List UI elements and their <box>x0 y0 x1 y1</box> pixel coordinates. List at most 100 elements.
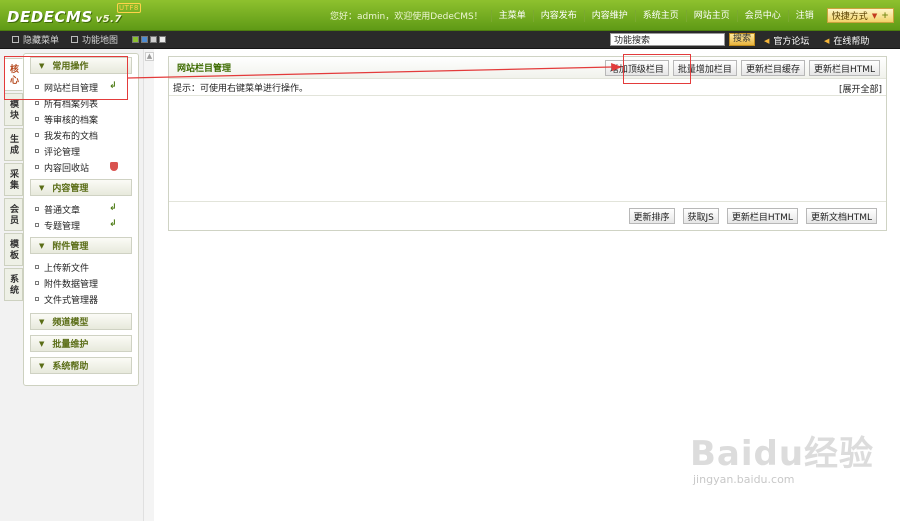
skin-light-swatch[interactable] <box>159 36 167 43</box>
chevron-down-icon: ▼ <box>39 183 45 192</box>
add-icon[interactable]: ↲ <box>109 204 118 213</box>
site-map-link[interactable]: 功能地图 <box>71 33 118 46</box>
hint-text: 提示：可使用右键菜单进行操作。 <box>173 83 309 94</box>
menu-item-label: 普通文章 <box>44 205 81 216</box>
bullet-icon <box>35 207 39 211</box>
menu-item-label: 文件式管理器 <box>44 295 99 306</box>
nav-site-home[interactable]: 网站主页 <box>685 9 737 22</box>
tab-members[interactable]: 会员 <box>4 198 23 231</box>
menu-item-articles[interactable]: 普通文章 ↲ <box>24 201 138 217</box>
nav-member-center[interactable]: 会员中心 <box>736 9 788 22</box>
baidu-watermark: Baidu经验 jingyan.baidu.com <box>690 426 874 486</box>
online-help-link[interactable]: ◀ 在线帮助 <box>824 34 870 48</box>
expand-all-link[interactable]: [展开全部] <box>839 82 882 95</box>
official-forum-label: 官方论坛 <box>773 37 810 47</box>
official-forum-link[interactable]: ◀ 官方论坛 <box>764 34 810 48</box>
hide-menu-toggle[interactable]: 隐藏菜单 <box>12 33 59 46</box>
quick-access-dropdown[interactable]: 快捷方式 ▼ + <box>826 8 894 23</box>
section-help-header[interactable]: ▼ 系统帮助 <box>30 357 132 374</box>
toolbar-strip: 隐藏菜单 功能地图 搜索 ◀ 官方论坛 ◀ 在线帮助 <box>0 31 900 49</box>
nav-logout[interactable]: 注销 <box>787 9 821 22</box>
bullet-icon <box>35 133 39 137</box>
watermark-main: Baidu经验 <box>690 434 875 474</box>
greeting-text: 您好：admin，欢迎使用DedeCMS！ <box>330 12 483 22</box>
section-batch-header[interactable]: ▼ 批量维护 <box>30 335 132 352</box>
panel-footer: 更新排序 获取JS 更新栏目HTML 更新文档HTML <box>169 201 886 230</box>
menu-item-label: 等审核的档案 <box>44 115 99 126</box>
footer-update-column-html-button[interactable]: 更新栏目HTML <box>726 208 798 224</box>
arrow-right-icon: ◀ <box>824 36 830 45</box>
update-column-html-button[interactable]: 更新栏目HTML <box>808 60 880 76</box>
tab-collect[interactable]: 采集 <box>4 163 23 196</box>
add-shortcut-icon[interactable]: + <box>881 11 889 21</box>
logo-text: DEDECMS <box>7 8 93 26</box>
function-search: 搜索 <box>610 33 756 46</box>
skin-blue-swatch[interactable] <box>141 36 149 43</box>
menu-item-my-documents[interactable]: 我发布的文档 <box>24 127 138 143</box>
panel-footer-buttons: 更新排序 获取JS 更新栏目HTML 更新文档HTML <box>621 208 877 224</box>
section-attachment-header[interactable]: ▼ 附件管理 <box>30 237 132 254</box>
arrow-right-icon: ◀ <box>764 36 770 45</box>
chevron-down-icon: ▼ <box>39 339 45 348</box>
logo-badge: UTF8 <box>117 3 141 13</box>
tab-system[interactable]: 系统 <box>4 268 23 301</box>
menu-item-upload-file[interactable]: 上传新文件 <box>24 259 138 275</box>
section-title: 内容管理 <box>52 184 89 194</box>
menu-item-comments[interactable]: 评论管理 <box>24 143 138 159</box>
panel-title: 网站栏目管理 <box>177 64 232 74</box>
panel-header: 网站栏目管理 增加顶级栏目 批量增加栏目 更新栏目缓存 更新栏目HTML <box>169 57 886 79</box>
site-map-icon <box>71 36 79 43</box>
chevron-down-icon: ▼ <box>39 361 45 370</box>
bullet-icon <box>35 223 39 227</box>
skin-green-swatch[interactable] <box>132 36 140 43</box>
sidebar-menu: ▼ 常用操作 网站栏目管理 ↲ 所有档案列表 等审核的档案 我发布的文档 评论管理… <box>23 53 139 386</box>
menu-item-label: 评论管理 <box>44 147 81 158</box>
sidebar-scrollbar[interactable]: ▲ <box>143 49 154 521</box>
dedecms-logo: DEDECMS v5.7 UTF8 <box>7 3 141 26</box>
site-map-label: 功能地图 <box>82 36 119 46</box>
menu-item-pending-archives[interactable]: 等审核的档案 <box>24 111 138 127</box>
online-help-label: 在线帮助 <box>833 37 870 47</box>
menu-item-file-manager[interactable]: 文件式管理器 <box>24 291 138 307</box>
hint-row: 提示：可使用右键菜单进行操作。 [展开全部] <box>169 79 886 96</box>
bullet-icon <box>35 101 39 105</box>
highlight-box-add-button <box>623 54 691 84</box>
menu-item-label: 我发布的文档 <box>44 131 99 142</box>
get-js-button[interactable]: 获取JS <box>682 208 719 224</box>
function-search-input[interactable] <box>610 33 725 46</box>
column-management-panel: 网站栏目管理 增加顶级栏目 批量增加栏目 更新栏目缓存 更新栏目HTML 提示：… <box>168 56 887 231</box>
highlight-box-sidebar <box>4 56 128 100</box>
shield-icon <box>110 162 118 171</box>
menu-item-attachment-data[interactable]: 附件数据管理 <box>24 275 138 291</box>
top-navigation: 您好：admin，欢迎使用DedeCMS！ 主菜单 内容发布 内容维护 系统主页… <box>330 0 894 31</box>
hide-menu-icon <box>12 36 19 43</box>
chevron-down-icon: ▼ <box>39 317 45 326</box>
nav-content-publish[interactable]: 内容发布 <box>532 9 584 22</box>
scroll-up-icon[interactable]: ▲ <box>145 52 154 61</box>
bullet-icon <box>35 117 39 121</box>
skin-gray-swatch[interactable] <box>150 36 158 43</box>
chevron-down-icon: ▼ <box>871 11 878 20</box>
quick-access-label: 快捷方式 <box>831 12 868 22</box>
tab-generate[interactable]: 生成 <box>4 128 23 161</box>
logo-version: v5.7 <box>95 14 122 25</box>
bullet-icon <box>35 297 39 301</box>
update-order-button[interactable]: 更新排序 <box>628 208 675 224</box>
section-content-header[interactable]: ▼ 内容管理 <box>30 179 132 196</box>
menu-item-label: 附件数据管理 <box>44 279 99 290</box>
section-title: 频道模型 <box>52 318 89 328</box>
update-document-html-button[interactable]: 更新文档HTML <box>805 208 877 224</box>
search-button[interactable]: 搜索 <box>729 33 756 46</box>
tab-templates[interactable]: 模板 <box>4 233 23 266</box>
section-channel-model-header[interactable]: ▼ 频道模型 <box>30 313 132 330</box>
update-column-cache-button[interactable]: 更新栏目缓存 <box>740 60 805 76</box>
nav-main-menu[interactable]: 主菜单 <box>490 9 533 22</box>
bullet-icon <box>35 265 39 269</box>
nav-system-home[interactable]: 系统主页 <box>634 9 686 22</box>
nav-content-maintain[interactable]: 内容维护 <box>583 9 635 22</box>
menu-item-topics[interactable]: 专题管理 ↲ <box>24 217 138 233</box>
menu-item-recycle-bin[interactable]: 内容回收站 <box>24 159 138 175</box>
section-title: 批量维护 <box>52 340 89 350</box>
add-icon[interactable]: ↲ <box>109 220 118 229</box>
bullet-icon <box>35 281 39 285</box>
